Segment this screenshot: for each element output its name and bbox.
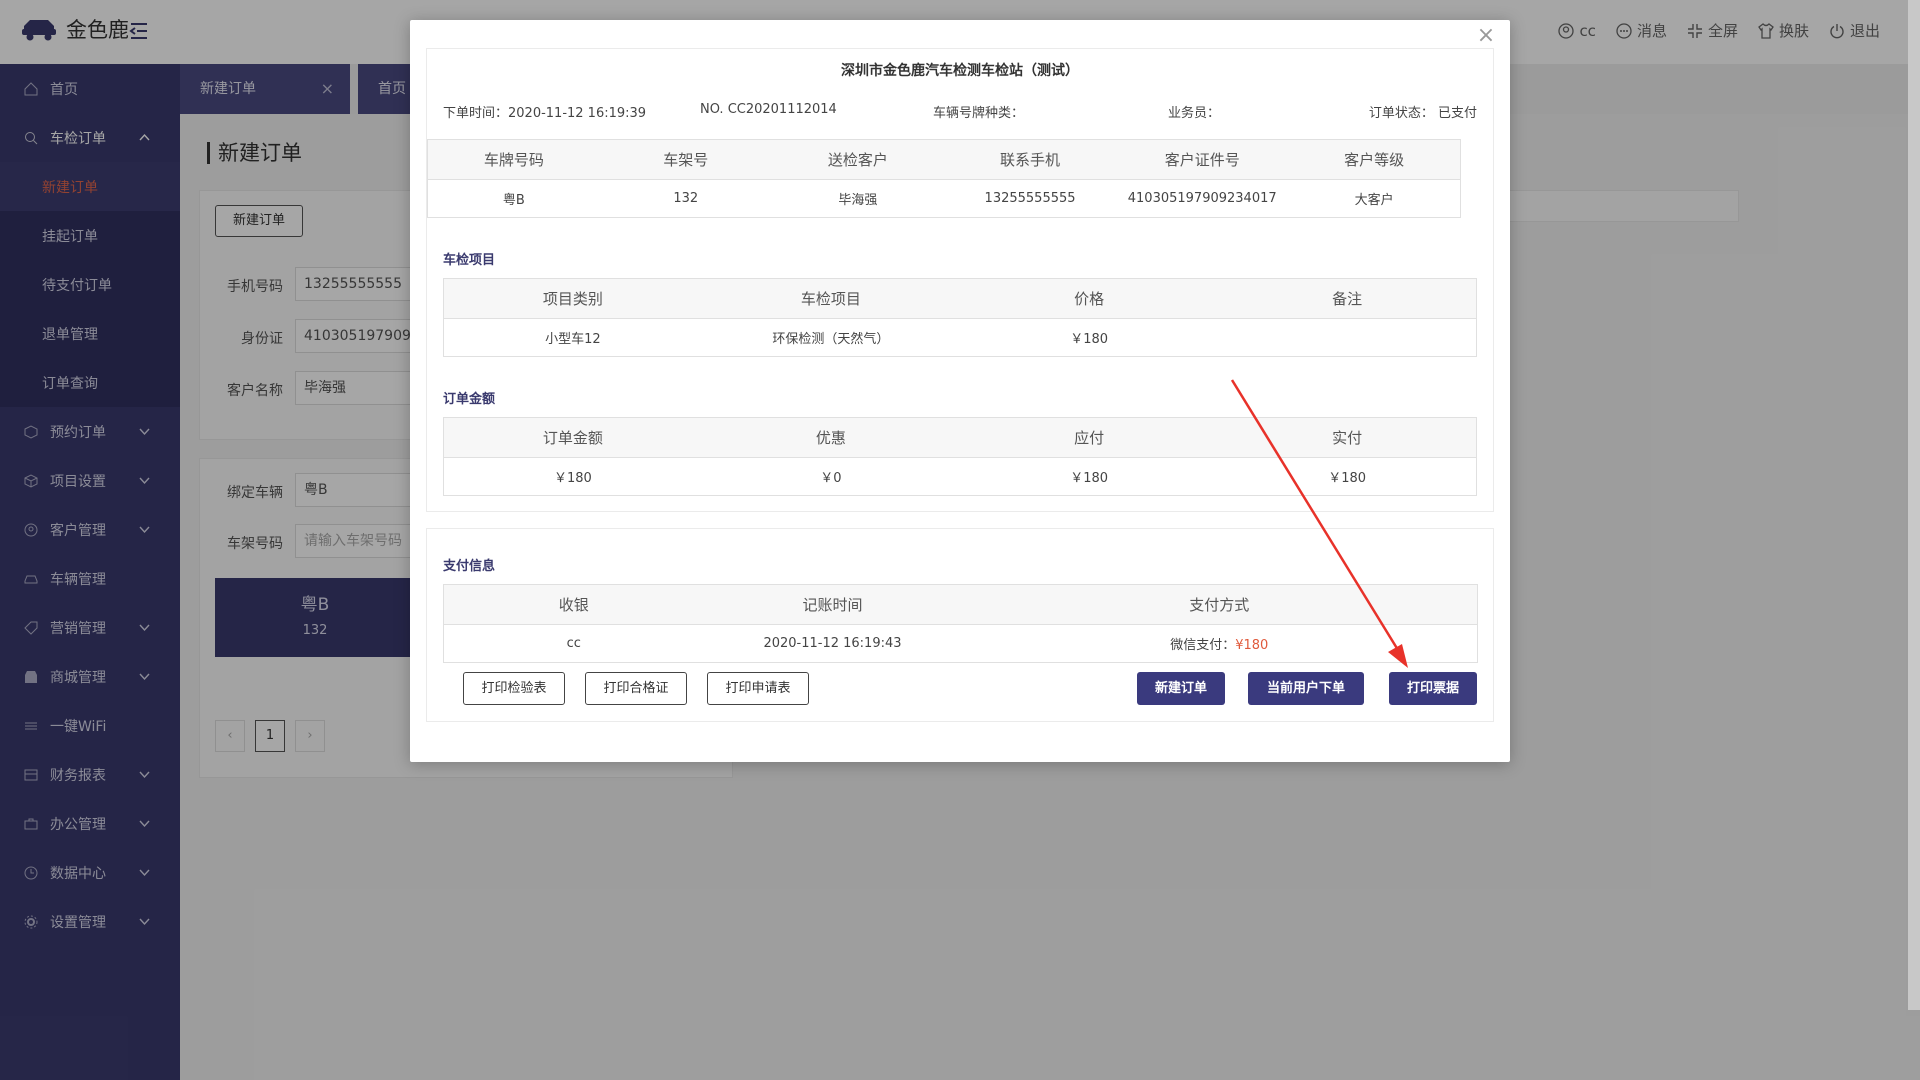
- column-header: 订单金额: [442, 417, 702, 458]
- table-row: 小型车12 环保检测（天然气） ￥180: [442, 318, 1478, 357]
- table-cell: ￥180: [960, 457, 1219, 496]
- print-receipt-button[interactable]: 打印票据: [1389, 672, 1477, 705]
- table-header-row: 项目类别 车检项目 价格 备注: [442, 278, 1478, 319]
- plate-type: 车辆号牌种类：: [933, 106, 1025, 121]
- column-header: 应付: [960, 417, 1219, 458]
- amount-table: 订单金额 优惠 应付 实付 ￥180 ￥0 ￥180 ￥180: [442, 417, 1478, 496]
- column-header: 价格: [960, 278, 1219, 319]
- items-table: 项目类别 车检项目 价格 备注 小型车12 环保检测（天然气） ￥180: [442, 278, 1478, 357]
- receipt-modal: × 深圳市金色鹿汽车检测车检站（测试） 下单时间：2020-11-12 16:1…: [410, 20, 1510, 762]
- receipt-title: 深圳市金色鹿汽车检测车检站（测试）: [841, 63, 1079, 79]
- table-cell: 小型车12: [442, 318, 702, 357]
- table-row: ￥180 ￥0 ￥180 ￥180: [442, 457, 1478, 496]
- cashier-cell: cc: [443, 624, 704, 663]
- time-cell: 2020-11-12 16:19:43: [703, 624, 962, 663]
- items-heading: 车检项目: [443, 253, 496, 268]
- table-row: cc 2020-11-12 16:19:43 微信支付：¥180: [443, 624, 1478, 663]
- table-cell: 410305197909234017: [1116, 179, 1289, 218]
- column-header: 客户证件号: [1116, 139, 1289, 180]
- table-cell: ￥180: [1218, 457, 1478, 496]
- payment-heading: 支付信息: [443, 559, 496, 574]
- order-status: 订单状态： 已支付: [1368, 106, 1477, 121]
- table-cell: 环保检测（天然气）: [701, 318, 960, 357]
- column-header: 项目类别: [442, 278, 702, 319]
- salesman: 业务员：: [1168, 106, 1221, 121]
- method-label: 微信支付：: [1170, 638, 1236, 653]
- customer-table: 车牌号码 车架号 送检客户 联系手机 客户证件号 客户等级 粤B 132 毕海强…: [426, 139, 1462, 218]
- table-cell: 粤B: [426, 179, 600, 218]
- column-header: 实付: [1218, 417, 1478, 458]
- column-header: 优惠: [701, 417, 960, 458]
- method-amount: ¥180: [1235, 638, 1269, 653]
- payment-table: 收银 记账时间 支付方式 cc 2020-11-12 16:19:43 微信支付…: [443, 584, 1478, 663]
- order-number: NO. CC20201112014: [700, 102, 837, 117]
- table-cell: ￥180: [442, 457, 702, 496]
- order-time: 下单时间：2020-11-12 16:19:39: [443, 106, 647, 121]
- current-user-order-button[interactable]: 当前用户下单: [1248, 672, 1364, 705]
- table-header-row: 收银 记账时间 支付方式: [443, 584, 1478, 625]
- column-header: 车检项目: [701, 278, 960, 319]
- print-application-button[interactable]: 打印申请表: [707, 672, 809, 705]
- print-inspection-button[interactable]: 打印检验表: [463, 672, 565, 705]
- column-header: 车架号: [599, 139, 772, 180]
- page-scrollbar[interactable]: [1908, 0, 1920, 1010]
- method-cell: 微信支付：¥180: [961, 624, 1478, 663]
- column-header: 送检客户: [771, 139, 944, 180]
- table-cell: ￥180: [960, 318, 1219, 357]
- table-cell: 132: [599, 179, 772, 218]
- table-cell: [1218, 318, 1478, 357]
- column-header: 支付方式: [961, 584, 1478, 625]
- column-header: 客户等级: [1288, 139, 1462, 180]
- column-header: 车牌号码: [426, 139, 600, 180]
- close-icon[interactable]: ×: [1476, 25, 1496, 47]
- column-header: 备注: [1218, 278, 1478, 319]
- table-cell: ￥0: [701, 457, 960, 496]
- column-header: 收银: [443, 584, 704, 625]
- table-cell: 毕海强: [771, 179, 944, 218]
- column-header: 联系手机: [943, 139, 1117, 180]
- table-cell: 13255555555: [943, 179, 1117, 218]
- table-header-row: 车牌号码 车架号 送检客户 联系手机 客户证件号 客户等级: [426, 139, 1462, 180]
- print-certificate-button[interactable]: 打印合格证: [585, 672, 687, 705]
- column-header: 记账时间: [703, 584, 962, 625]
- table-cell: 大客户: [1288, 179, 1462, 218]
- table-row: 粤B 132 毕海强 13255555555 41030519790923401…: [426, 179, 1462, 218]
- new-order-button[interactable]: 新建订单: [1137, 672, 1225, 705]
- table-header-row: 订单金额 优惠 应付 实付: [442, 417, 1478, 458]
- amount-heading: 订单金额: [443, 392, 496, 407]
